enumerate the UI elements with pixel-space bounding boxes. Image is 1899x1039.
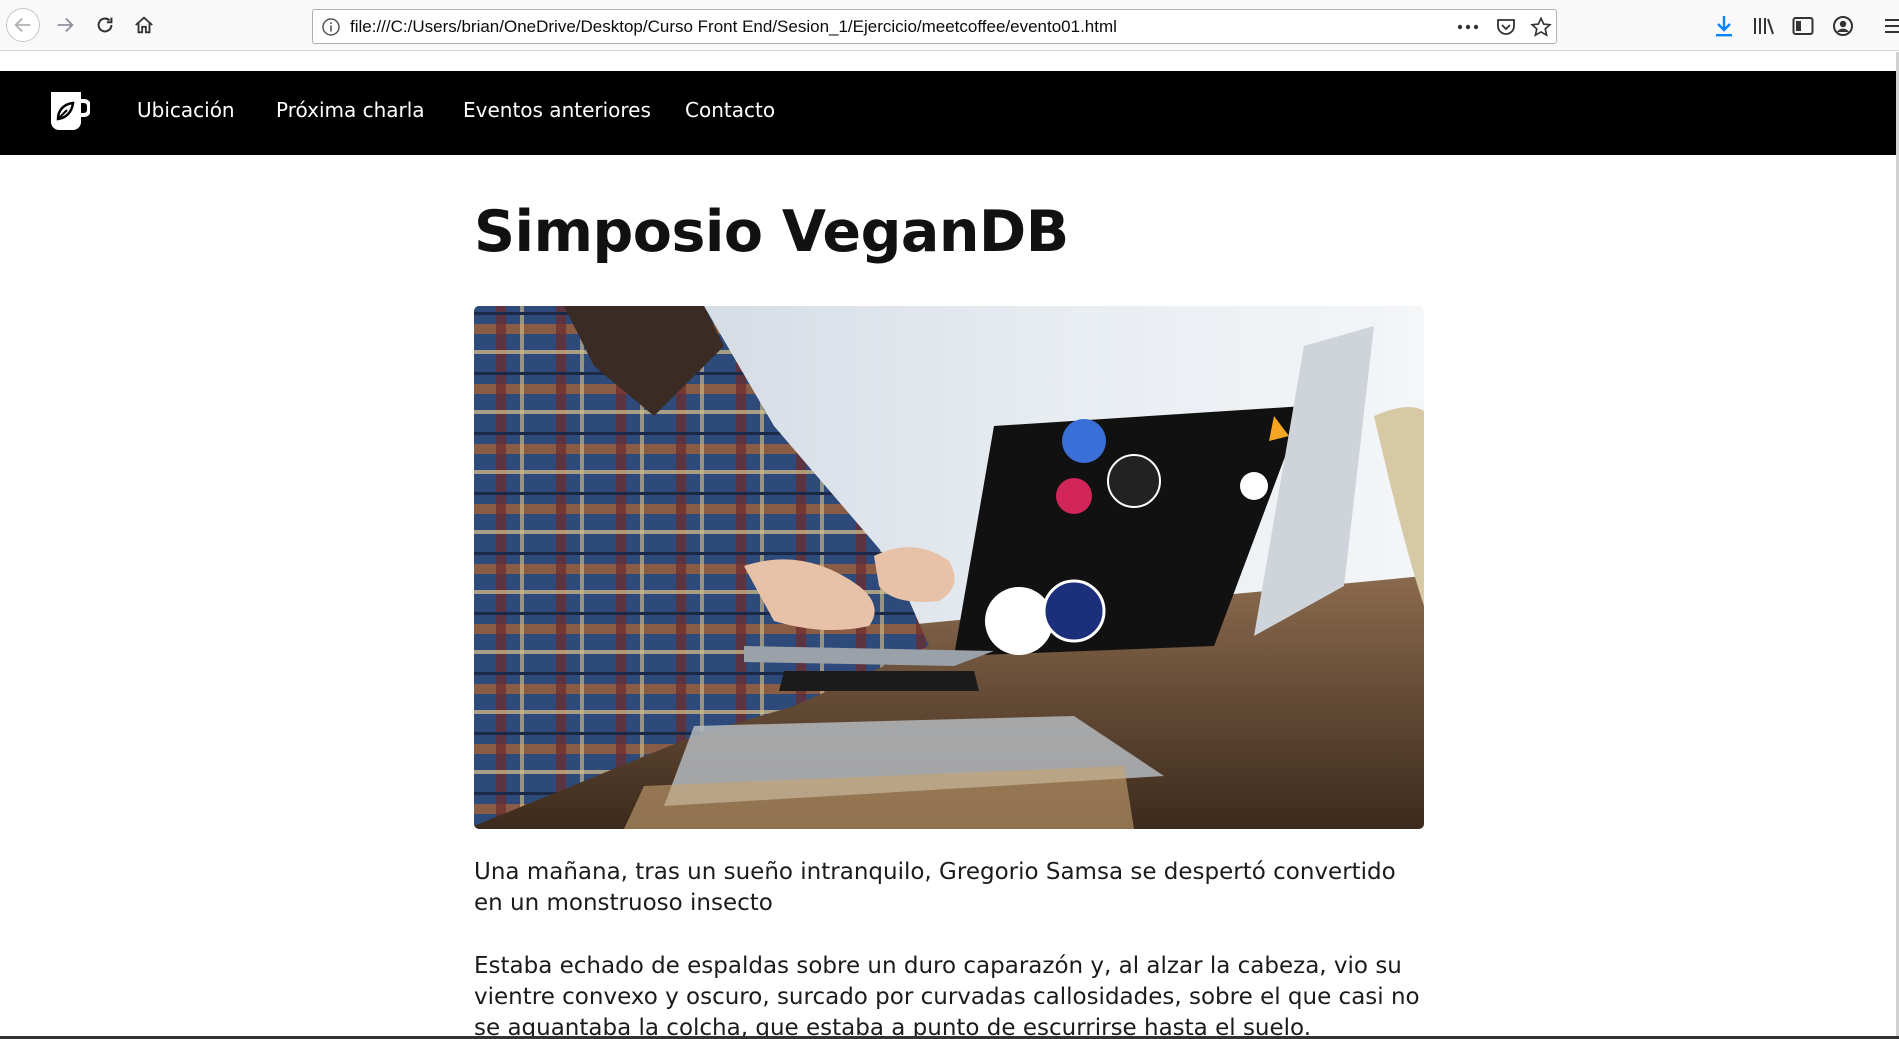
url-bar[interactable]: file:///C:/Users/brian/OneDrive/Desktop/… (312, 9, 1557, 44)
more-icon (1457, 24, 1479, 30)
downloads-button[interactable] (1710, 12, 1738, 40)
account-button[interactable] (1829, 12, 1857, 40)
forward-button[interactable] (48, 8, 82, 42)
home-icon (135, 16, 153, 34)
pocket-button[interactable] (1494, 16, 1518, 38)
article-paragraph: Estaba echado de espaldas sobre un duro … (474, 953, 1420, 1039)
page-title: Simposio VeganDB (474, 199, 1069, 265)
nav-link-contacto[interactable]: Contacto (685, 98, 775, 122)
url-text[interactable]: file:///C:/Users/brian/OneDrive/Desktop/… (350, 17, 1117, 37)
sidebar-icon (1792, 17, 1814, 35)
article-paragraph: Una mañana, tras un sueño intranquilo, G… (474, 859, 1396, 916)
menu-icon (1885, 19, 1899, 33)
reload-button[interactable] (88, 8, 122, 42)
library-icon (1754, 18, 1774, 35)
reload-icon (97, 17, 113, 33)
menu-button[interactable] (1880, 12, 1899, 40)
pocket-icon (1497, 19, 1515, 35)
hero-image (474, 306, 1424, 829)
laptop-workspace-photo (474, 306, 1424, 829)
bookmark-star-button[interactable] (1529, 16, 1553, 38)
info-icon[interactable] (321, 17, 341, 37)
forward-icon (57, 17, 74, 33)
download-icon (1716, 16, 1732, 37)
back-icon (14, 17, 31, 33)
library-button[interactable] (1750, 12, 1778, 40)
page-actions-button[interactable] (1456, 16, 1480, 38)
nav-link-proxima-charla[interactable]: Próxima charla (276, 98, 425, 122)
page-top-margin (0, 52, 1899, 71)
home-button[interactable] (127, 8, 161, 42)
nav-link-ubicacion[interactable]: Ubicación (137, 98, 235, 122)
back-button[interactable] (6, 8, 40, 42)
sidebar-button[interactable] (1789, 12, 1817, 40)
site-navigation: Ubicación Próxima charla Eventos anterio… (0, 71, 1896, 155)
coffee-mug-leaf-icon[interactable] (48, 89, 90, 133)
browser-toolbar: file:///C:/Users/brian/OneDrive/Desktop/… (0, 0, 1899, 51)
account-icon (1833, 16, 1853, 36)
star-icon (1530, 16, 1552, 37)
nav-link-eventos-anteriores[interactable]: Eventos anteriores (463, 98, 651, 122)
